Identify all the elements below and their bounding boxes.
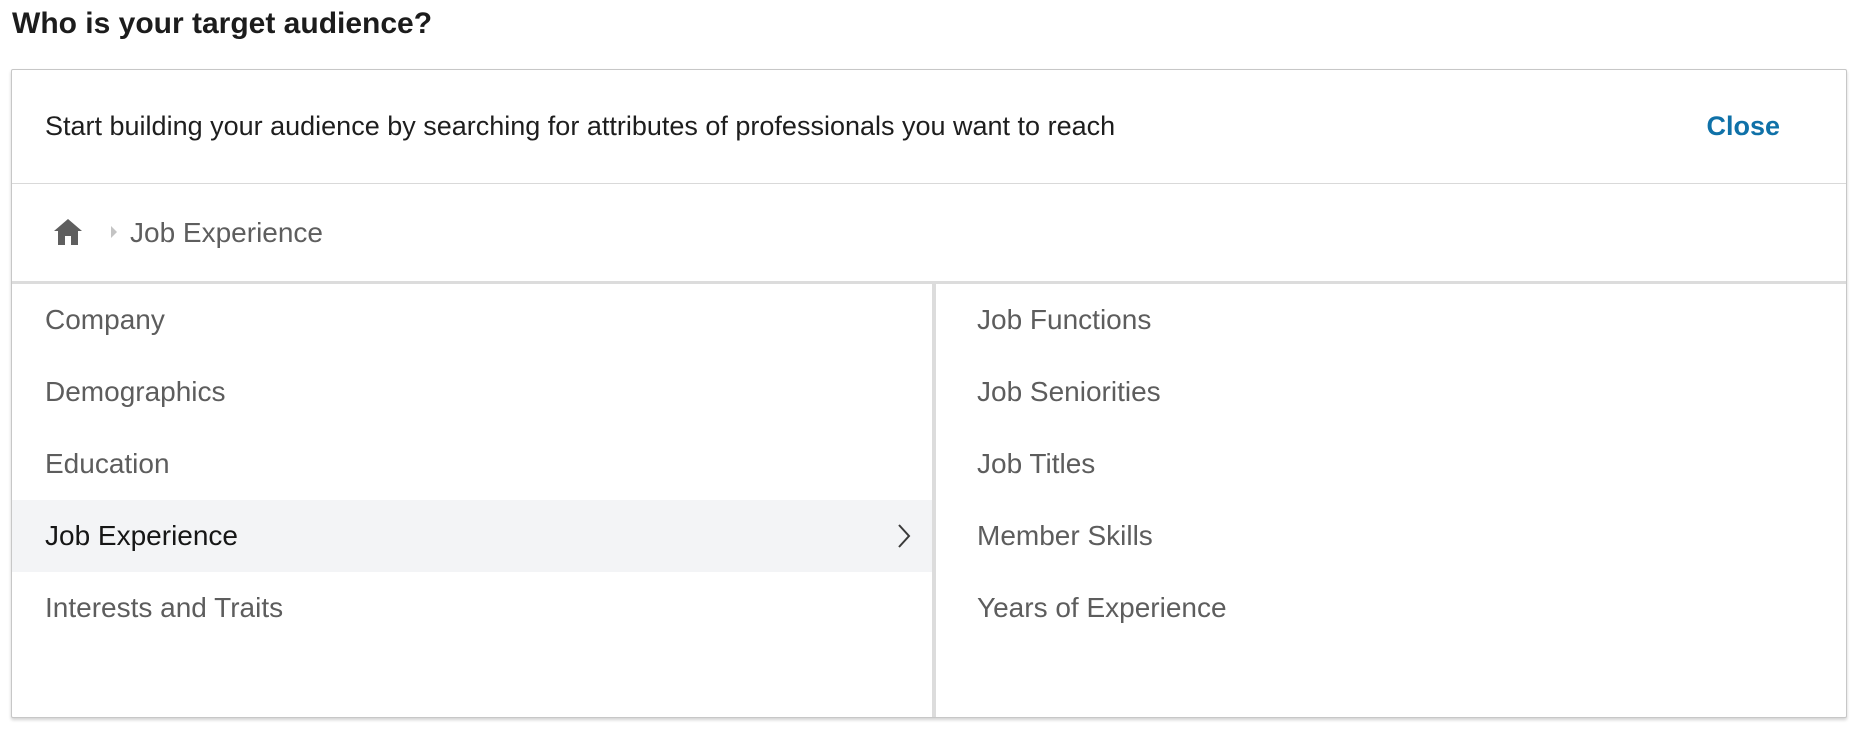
close-button[interactable]: Close [1706,110,1780,142]
category-item-job-experience[interactable]: Job Experience [12,500,932,572]
subcategory-label: Years of Experience [977,592,1227,623]
category-label: Interests and Traits [45,592,284,623]
subcategory-label: Job Functions [977,304,1152,335]
subcategory-item-years-of-experience[interactable]: Years of Experience [936,572,1846,644]
category-label: Job Experience [45,520,239,551]
home-icon[interactable] [52,217,84,247]
category-label: Education [45,448,170,479]
audience-panel: Start building your audience by searchin… [11,69,1847,718]
subcategory-label: Job Seniorities [977,376,1161,407]
subcategory-list: Job Functions Job Seniorities Job Titles… [936,284,1846,717]
subcategory-label: Job Titles [977,448,1096,479]
category-list: Company Demographics Education Job Exper… [12,284,932,717]
breadcrumb-current: Job Experience [130,217,324,248]
category-item-demographics[interactable]: Demographics [12,356,932,428]
page-title: Who is your target audience? [12,7,433,40]
breadcrumb: Job Experience [12,184,1846,284]
subcategory-item-job-seniorities[interactable]: Job Seniorities [936,356,1846,428]
subcategory-item-job-titles[interactable]: Job Titles [936,428,1846,500]
caret-right-icon [110,225,118,239]
chevron-right-icon [896,522,912,550]
category-item-interests-and-traits[interactable]: Interests and Traits [12,572,932,644]
category-label: Company [45,304,165,335]
subcategory-label: Member Skills [977,520,1153,551]
subcategory-item-job-functions[interactable]: Job Functions [936,284,1846,356]
panel-header: Start building your audience by searchin… [12,70,1846,184]
category-item-company[interactable]: Company [12,284,932,356]
category-item-education[interactable]: Education [12,428,932,500]
panel-instructions: Start building your audience by searchin… [45,111,1116,141]
subcategory-item-member-skills[interactable]: Member Skills [936,500,1846,572]
category-label: Demographics [45,376,226,407]
